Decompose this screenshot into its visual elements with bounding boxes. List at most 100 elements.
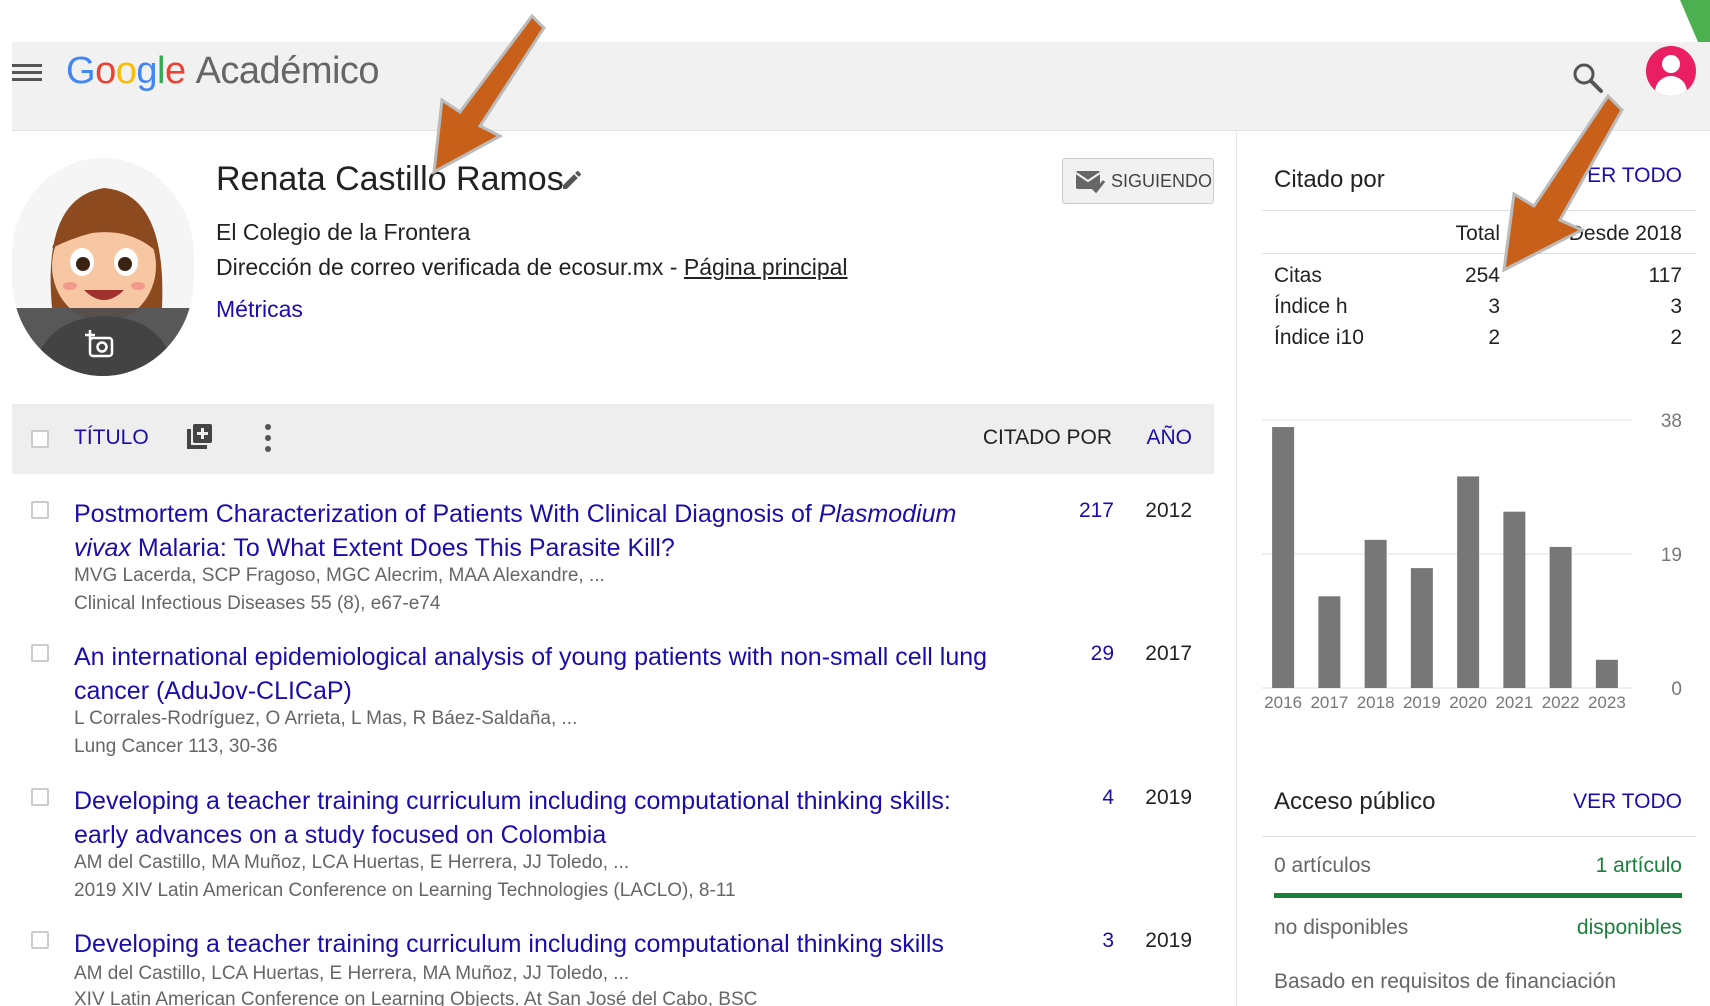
article-row: Postmortem Characterization of Patients … <box>0 497 1214 617</box>
article-title-link[interactable]: Postmortem Characterization of Patients … <box>74 497 1004 565</box>
chart-bar-2022[interactable] <box>1549 546 1572 688</box>
article-authors: AM del Castillo, MA Muñoz, LCA Huertas, … <box>74 852 630 873</box>
verified-email-line: Dirección de correo verificada de ecosur… <box>216 254 848 281</box>
google-scholar-logo[interactable]: Google Académico <box>66 50 380 93</box>
article-checkbox[interactable] <box>31 931 49 949</box>
article-row: Developing a teacher training curriculum… <box>0 927 1214 1006</box>
chart-x-tick-label: 2021 <box>1495 693 1533 712</box>
article-venue: XIV Latin American Conference on Learnin… <box>74 989 758 1006</box>
stat-total: 2 <box>1488 326 1500 349</box>
article-cited-by-link[interactable]: 3 <box>1030 929 1114 953</box>
pencil-icon[interactable] <box>560 168 584 192</box>
article-checkbox[interactable] <box>31 644 49 662</box>
article-checkbox[interactable] <box>31 788 49 806</box>
profile-name: Renata Castillo Ramos <box>216 160 564 198</box>
article-row: An international epidemiological analysi… <box>0 640 1214 760</box>
stat-label: Índice h <box>1274 295 1348 318</box>
chart-x-tick-label: 2020 <box>1449 693 1487 712</box>
profile-affiliation: El Colegio de la Frontera <box>216 219 471 245</box>
chart-x-tick-label: 2019 <box>1403 693 1441 712</box>
chart-bar-2017[interactable] <box>1318 596 1341 688</box>
stat-row-citations: Citas 254 117 <box>1274 264 1684 294</box>
article-row: Developing a teacher training curriculum… <box>0 784 1214 904</box>
article-venue: Lung Cancer 113, 30-36 <box>74 736 278 757</box>
chart-bar-2020[interactable] <box>1457 476 1480 688</box>
select-all-checkbox[interactable] <box>31 430 49 448</box>
public-access-view-all-link[interactable]: VER TODO <box>1540 790 1682 814</box>
article-cited-by-link[interactable]: 29 <box>1030 642 1114 666</box>
divider <box>1262 836 1696 837</box>
logo-google-text: Google <box>66 50 186 92</box>
add-to-library-icon[interactable] <box>184 422 214 452</box>
column-header-since: Desde 2018 <box>1568 222 1682 245</box>
more-vert-icon[interactable] <box>260 422 276 454</box>
article-year: 2012 <box>1145 499 1192 522</box>
stat-row-i10-index: Índice i10 2 2 <box>1274 326 1684 356</box>
article-authors: AM del Castillo, LCA Huertas, E Herrera,… <box>74 963 630 984</box>
article-authors: L Corrales-Rodríguez, O Arrieta, L Mas, … <box>74 708 578 729</box>
article-title-link[interactable]: Developing a teacher training curriculum… <box>74 927 1004 961</box>
public-access-unavailable-count[interactable]: 0 artículos <box>1274 854 1371 878</box>
cited-by-title: Citado por <box>1274 166 1385 193</box>
public-access-basis-text: Basado en requisitos de financiación <box>1274 970 1617 993</box>
stat-total: 254 <box>1464 264 1500 287</box>
stat-since: 2 <box>1670 326 1682 349</box>
article-year: 2019 <box>1145 786 1192 809</box>
article-cited-by-link[interactable]: 4 <box>1030 786 1114 810</box>
add-photo-icon[interactable] <box>84 328 116 360</box>
chart-bar-2016[interactable] <box>1272 427 1295 688</box>
stat-label: Índice i10 <box>1274 326 1364 349</box>
chart-x-tick-label: 2016 <box>1264 693 1302 712</box>
stat-row-h-index: Índice h 3 3 <box>1274 295 1684 325</box>
article-year: 2019 <box>1145 929 1192 952</box>
public-access-available-count[interactable]: 1 artículo <box>1500 854 1682 878</box>
public-access-title: Acceso público <box>1274 788 1436 815</box>
cited-by-view-all-link[interactable]: VER TODO <box>1540 164 1682 188</box>
search-icon[interactable] <box>1570 60 1606 96</box>
sort-by-cited-header[interactable]: CITADO POR <box>950 426 1112 450</box>
public-access-available-label: disponibles <box>1576 916 1682 939</box>
right-panel-divider <box>1236 130 1237 1006</box>
logo-product-name: Académico <box>195 50 380 92</box>
public-access-unavailable-label: no disponibles <box>1274 916 1409 939</box>
article-authors: MVG Lacerda, SCP Fragoso, MGC Alecrim, M… <box>74 565 605 586</box>
public-access-progress-bar <box>1274 893 1682 898</box>
article-venue: Clinical Infectious Diseases 55 (8), e67… <box>74 593 441 614</box>
chart-x-tick-label: 2018 <box>1357 693 1395 712</box>
chart-bar-2023[interactable] <box>1595 659 1618 688</box>
hamburger-menu-icon[interactable] <box>12 60 42 86</box>
divider <box>1262 253 1696 254</box>
article-title-text-end: Malaria: To What Extent Does This Parasi… <box>130 534 675 562</box>
chart-x-tick-label: 2017 <box>1310 693 1348 712</box>
follow-button[interactable]: SIGUIENDO <box>1062 158 1214 204</box>
column-header-total: Total <box>1455 222 1500 245</box>
article-cited-by-link[interactable]: 217 <box>1030 499 1114 523</box>
chart-x-tick-label: 2023 <box>1588 693 1626 712</box>
article-checkbox[interactable] <box>31 501 49 519</box>
chart-y-tick-label: 19 <box>1661 545 1682 566</box>
article-title-link[interactable]: An international epidemiological analysi… <box>74 640 1004 708</box>
chart-bar-2019[interactable] <box>1410 568 1433 688</box>
article-title-link[interactable]: Developing a teacher training curriculum… <box>74 784 1004 852</box>
stat-total: 3 <box>1488 295 1500 318</box>
chart-y-tick-label: 38 <box>1661 411 1682 432</box>
chart-bar-2021[interactable] <box>1503 511 1526 688</box>
follow-button-label: SIGUIENDO <box>1111 170 1213 191</box>
article-venue: 2019 XIV Latin American Conference on Le… <box>74 880 736 901</box>
sort-by-year-header[interactable]: AÑO <box>1140 426 1192 450</box>
check-mark-decoration <box>1680 0 1710 42</box>
account-avatar-icon[interactable] <box>1646 46 1696 96</box>
stat-label: Citas <box>1274 264 1322 287</box>
article-title-text: Postmortem Characterization of Patients … <box>74 500 819 528</box>
verified-email-text: Dirección de correo verificada de ecosur… <box>216 254 684 280</box>
sort-by-title-header[interactable]: TÍTULO <box>74 426 149 450</box>
chart-y-tick-label: 0 <box>1671 679 1682 700</box>
stat-since: 117 <box>1648 264 1682 287</box>
interest-link-metricas[interactable]: Métricas <box>216 296 303 323</box>
stat-since: 3 <box>1670 295 1682 318</box>
chart-x-tick-label: 2022 <box>1542 693 1580 712</box>
citations-per-year-chart: 38 19 0 2016 2017 2018 2019 2020 2021 2022 2023 <box>1262 411 1682 712</box>
homepage-link[interactable]: Página principal <box>684 254 848 280</box>
chart-bar-2018[interactable] <box>1364 539 1387 688</box>
divider <box>1262 210 1696 211</box>
